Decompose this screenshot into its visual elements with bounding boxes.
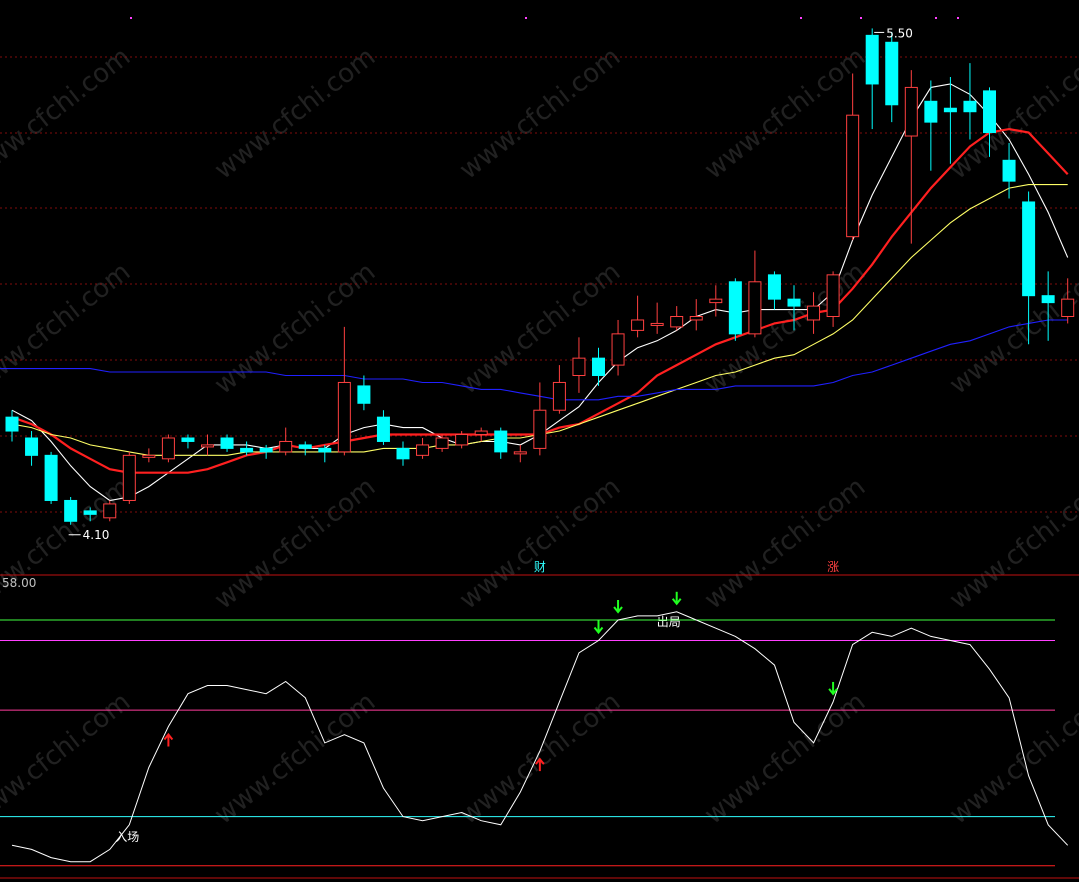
candle-body	[83, 510, 97, 515]
marker-dot	[800, 17, 802, 19]
candle-body	[552, 381, 566, 411]
candle-body	[787, 298, 801, 307]
candle-body	[611, 333, 625, 366]
candle-body	[416, 444, 430, 456]
marker-dot	[130, 17, 132, 19]
candle-body	[474, 430, 488, 436]
candle-body	[1002, 159, 1016, 182]
candle-body	[435, 437, 449, 449]
oscillator-scale-top-label: 58.00	[2, 576, 36, 590]
candle-body	[904, 86, 918, 137]
candle-body	[279, 440, 293, 453]
candle-body	[161, 437, 175, 460]
candle-body	[670, 316, 684, 328]
candle-body	[318, 447, 332, 453]
candle	[122, 451, 136, 504]
candle-body	[885, 41, 899, 106]
candle-body	[201, 444, 214, 448]
candle-body	[983, 90, 996, 134]
marker-dot	[525, 17, 527, 19]
candle-body	[376, 416, 390, 442]
candle-body	[122, 454, 136, 501]
candle-body	[1022, 201, 1036, 297]
candle-body	[943, 107, 957, 113]
candle-body	[181, 437, 195, 442]
candle-body	[1061, 298, 1075, 318]
stock-chart: www.cfchi.com www.cfchi.com www.cfchi.com w…	[0, 0, 1079, 882]
high-price-label: 5.50	[886, 26, 913, 40]
candle-body	[572, 357, 586, 377]
candle-body	[767, 274, 781, 300]
candle-body	[631, 319, 645, 331]
candle	[103, 500, 117, 522]
candle	[161, 434, 175, 463]
candle-body	[1041, 295, 1055, 304]
candle-body	[728, 281, 742, 335]
candle	[64, 496, 78, 525]
candle-body	[963, 100, 977, 113]
marker-dot	[860, 17, 862, 19]
candle-body	[592, 357, 605, 377]
candle-body	[44, 454, 58, 501]
candle-body	[650, 322, 664, 326]
candle-body	[689, 316, 703, 321]
candle-body	[337, 381, 351, 453]
candle-body	[865, 34, 879, 85]
candle-body	[455, 434, 469, 446]
candle-body	[25, 437, 39, 456]
event-label: 涨	[827, 559, 839, 574]
candle-body	[142, 454, 156, 458]
candle-body	[494, 430, 508, 453]
candle-body	[924, 100, 938, 123]
candle-body	[807, 305, 821, 321]
low-price-label: 4.10	[83, 528, 110, 542]
exit-signal-label: 出局	[657, 615, 681, 629]
marker-dot	[957, 17, 959, 19]
candle	[728, 278, 742, 341]
candle-body	[5, 416, 19, 432]
candle-body	[220, 437, 234, 449]
candle-body	[64, 499, 78, 522]
marker-dot	[935, 17, 937, 19]
candle-body	[826, 274, 840, 318]
candle-body	[513, 451, 527, 455]
event-label: 财	[534, 560, 546, 574]
candle-body	[259, 447, 273, 453]
candle-body	[846, 114, 860, 238]
candle-body	[240, 447, 254, 453]
candle-body	[533, 409, 547, 449]
candle-body	[709, 298, 723, 304]
candle	[44, 451, 58, 504]
enter-signal-label: 入场	[115, 830, 139, 844]
candle-body	[748, 281, 762, 335]
candle-body	[396, 447, 410, 460]
candle-body	[357, 385, 371, 404]
candle-body	[103, 503, 117, 519]
candle-body	[298, 444, 312, 449]
